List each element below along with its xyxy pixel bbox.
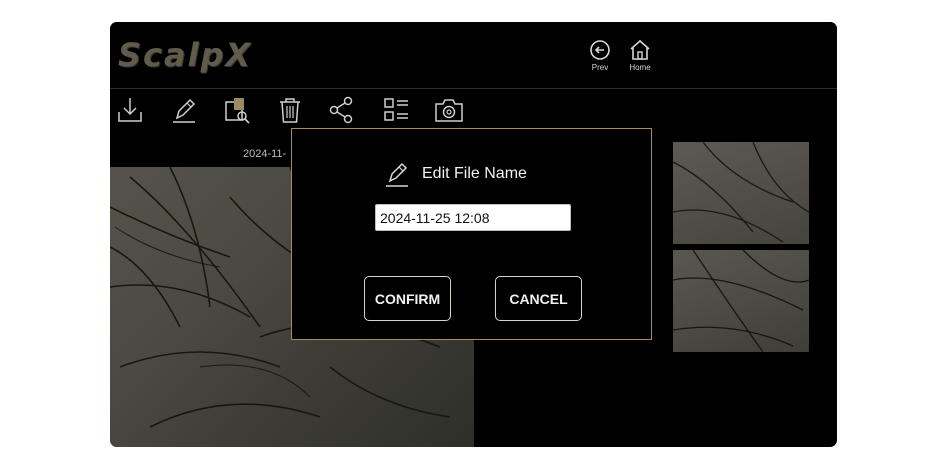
file-name-input[interactable] (375, 204, 571, 231)
prev-icon (590, 40, 610, 60)
photo-date-label: 2024-11- (243, 148, 287, 160)
edit-button[interactable] (168, 94, 202, 128)
prev-button[interactable]: Prev (583, 38, 617, 78)
edit-file-name-dialog: Edit File Name CONFIRM CANCEL (291, 128, 652, 340)
camera-button[interactable] (432, 94, 466, 128)
share-button[interactable] (326, 94, 360, 128)
trash-icon (280, 98, 300, 123)
app-window: ScalpX Prev Home 2024-11- Edit File Name… (110, 22, 837, 447)
camera-icon (435, 99, 463, 122)
confirm-button[interactable]: CONFIRM (364, 276, 451, 321)
edit-icon (173, 98, 196, 123)
home-button[interactable]: Home (623, 38, 657, 78)
header-divider (110, 88, 837, 89)
cancel-button[interactable]: CANCEL (495, 276, 582, 321)
app-logo: ScalpX (118, 36, 253, 74)
thumbnail-1[interactable] (673, 142, 809, 244)
home-label: Home (629, 63, 651, 72)
dialog-title: Edit File Name (422, 165, 527, 182)
edit-icon (386, 162, 408, 187)
scalp-hair-texture (673, 142, 809, 243)
list-view-button[interactable] (380, 94, 414, 128)
scalp-hair-texture (673, 250, 809, 352)
share-icon (329, 96, 353, 124)
analyze-button[interactable] (222, 94, 256, 128)
toolbar (110, 94, 530, 130)
header: ScalpX Prev Home (110, 22, 837, 88)
download-button[interactable] (114, 94, 148, 128)
analyze-icon (225, 98, 250, 124)
delete-button[interactable] (274, 94, 308, 128)
list-grid-icon (384, 98, 408, 121)
prev-label: Prev (591, 63, 609, 72)
download-icon (118, 98, 142, 122)
home-icon (630, 39, 650, 60)
thumbnail-2[interactable] (673, 250, 809, 352)
